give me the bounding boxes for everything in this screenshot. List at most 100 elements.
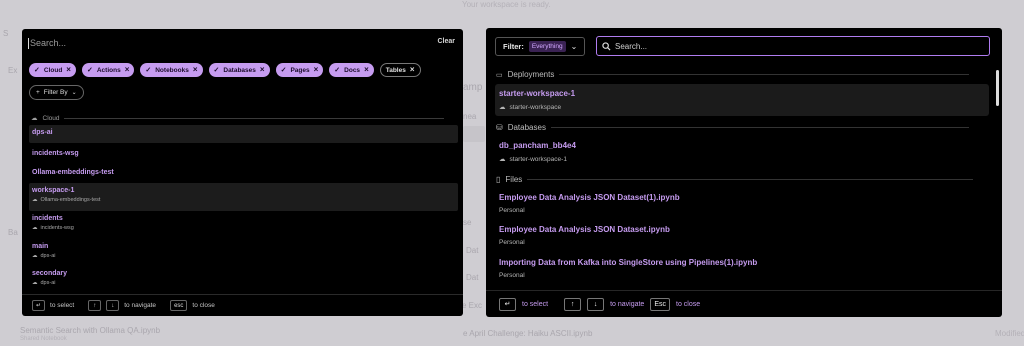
cloud-icon: ☁: [32, 197, 38, 203]
filter-label: Filter:: [503, 42, 524, 51]
divider: [559, 74, 970, 75]
bg-modified: Modified: [995, 329, 1024, 338]
arrow-up-key-icon: ↑: [564, 297, 582, 311]
close-icon[interactable]: ×: [260, 66, 265, 74]
cloud-icon: ☁: [32, 280, 38, 286]
list-item[interactable]: dps-ai: [29, 125, 458, 143]
close-icon[interactable]: ×: [314, 66, 319, 74]
file-icon: ▯: [496, 175, 501, 184]
item-subtitle: Personal: [499, 239, 989, 246]
item-title: incidents: [32, 215, 63, 222]
bg-label: S: [3, 29, 9, 38]
chevron-down-icon: ⌄: [570, 42, 578, 51]
text-caret: [28, 37, 29, 49]
section-label: Deployments: [507, 70, 555, 79]
section-header: ▭ Deployments: [496, 70, 970, 79]
item-subtitle: Personal: [499, 272, 989, 279]
filter-value-badge: Everything: [528, 41, 566, 52]
check-icon: ✓: [334, 67, 341, 74]
filter-dropdown[interactable]: Filter: Everything ⌄: [495, 37, 586, 56]
bg-fragment: Dat: [466, 246, 479, 255]
chip-label: Databases: [223, 66, 256, 74]
list-item[interactable]: starter-workspace-1 ☁ starter-workspace: [495, 84, 989, 116]
chip-tables[interactable]: Tables ×: [379, 63, 421, 77]
filter-chips: ✓ Cloud × ✓ Actions × ✓ Notebooks × ✓ Databases…: [29, 63, 421, 77]
arrow-down-key-icon: ↓: [587, 297, 605, 311]
bg-notebook-sub: Shared Notebook: [20, 336, 67, 342]
subtitle-text: incidents-wsg: [40, 225, 74, 231]
hint-text: to navigate: [610, 300, 645, 308]
hint-text: to close: [676, 300, 701, 308]
keyboard-hints: ↵ to select ↑ ↓ to navigate esc to close: [22, 294, 463, 316]
list-item[interactable]: incidents ☁ incidents-wsg: [29, 215, 458, 239]
list-item[interactable]: Employee Data Analysis JSON Dataset(1).i…: [495, 193, 989, 221]
item-title: workspace-1: [32, 187, 75, 194]
close-icon[interactable]: ×: [125, 66, 130, 74]
subtitle-text: Personal: [499, 207, 525, 214]
item-title: db_pancham_bb4e4: [499, 141, 576, 150]
divider: [64, 117, 445, 119]
search-input[interactable]: [30, 38, 410, 48]
list-item[interactable]: secondary ☁ dps-ai: [29, 270, 458, 294]
chip-label: Actions: [96, 66, 121, 74]
list-item[interactable]: Ollama-embeddings-test: [29, 167, 458, 183]
close-icon[interactable]: ×: [193, 66, 198, 74]
close-icon[interactable]: ×: [66, 66, 71, 74]
close-icon[interactable]: ×: [364, 66, 369, 74]
list-item[interactable]: Employee Data Analysis JSON Dataset.ipyn…: [495, 225, 989, 253]
bg-highlight: [463, 126, 485, 142]
subtitle-text: starter-workspace: [509, 103, 562, 111]
list-item[interactable]: Importing Data from Kafka into SingleSto…: [495, 258, 989, 286]
filter-by-label: Filter By: [43, 89, 68, 96]
scrollbar[interactable]: [996, 70, 999, 106]
bg-notebook-title: e April Challenge: Haiku ASCII.ipynb: [463, 329, 593, 338]
enter-key-icon: ↵: [32, 300, 46, 311]
section-label: Cloud: [42, 114, 60, 122]
divider: [550, 127, 969, 128]
check-icon: ✓: [34, 67, 40, 74]
plus-icon: +: [36, 89, 40, 96]
chip-notebooks[interactable]: ✓ Notebooks ×: [140, 63, 203, 77]
item-title: Employee Data Analysis JSON Dataset(1).i…: [499, 193, 680, 202]
subtitle-text: Personal: [499, 239, 525, 246]
item-title: main: [32, 243, 49, 250]
chip-pages[interactable]: ✓ Pages ×: [275, 63, 324, 77]
list-item[interactable]: main ☁ dps-ai: [29, 243, 458, 267]
cloud-icon: ☁: [31, 115, 38, 122]
check-icon: ✓: [213, 67, 220, 74]
bg-fragment: nea: [463, 112, 477, 121]
keyboard-hints: ↵ to select ↑ ↓ to navigate Esc to close: [486, 290, 1002, 317]
list-item[interactable]: workspace-1 ☁ Ollama-embeddings-test: [29, 183, 458, 211]
bg-fragment: amp: [463, 82, 483, 93]
divider: [527, 179, 974, 180]
clear-button[interactable]: Clear: [437, 38, 455, 45]
database-icon: ⛁: [496, 123, 503, 132]
item-subtitle: ☁ Ollama-embeddings-test: [32, 197, 458, 203]
check-icon: ✓: [280, 67, 287, 74]
section-header: ⛁ Databases: [496, 123, 969, 132]
subtitle-text: Ollama-embeddings-test: [40, 197, 101, 203]
close-icon[interactable]: ×: [410, 66, 415, 74]
item-title: dps-ai: [32, 129, 53, 136]
arrow-up-key-icon: ↑: [88, 300, 102, 311]
hint-text: to close: [192, 302, 215, 309]
item-title: starter-workspace-1: [499, 89, 576, 98]
workspace-ready-text: Your workspace is ready.: [462, 0, 551, 9]
bg-fragment: e Exc: [462, 301, 483, 310]
list-item[interactable]: incidents-wsg: [29, 148, 458, 164]
search-input[interactable]: [615, 41, 975, 51]
filter-by-button[interactable]: + Filter By ⌄: [29, 85, 84, 100]
chip-docs[interactable]: ✓ Docs ×: [329, 63, 374, 77]
item-subtitle: ☁ starter-workspace-1: [499, 155, 989, 164]
subtitle-text: dps-ai: [40, 253, 56, 259]
chip-label: Cloud: [43, 66, 63, 74]
chip-cloud[interactable]: ✓ Cloud ×: [29, 63, 76, 77]
list-item[interactable]: db_pancham_bb4e4 ☁ starter-workspace-1: [495, 141, 989, 169]
server-icon: ▭: [496, 71, 503, 79]
bg-fragment: se: [463, 218, 472, 227]
chip-databases[interactable]: ✓ Databases ×: [208, 63, 270, 77]
cloud-icon: ☁: [32, 225, 38, 231]
subtitle-text: Personal: [499, 272, 525, 279]
item-subtitle: Personal: [499, 207, 989, 214]
chip-actions[interactable]: ✓ Actions ×: [81, 63, 135, 77]
